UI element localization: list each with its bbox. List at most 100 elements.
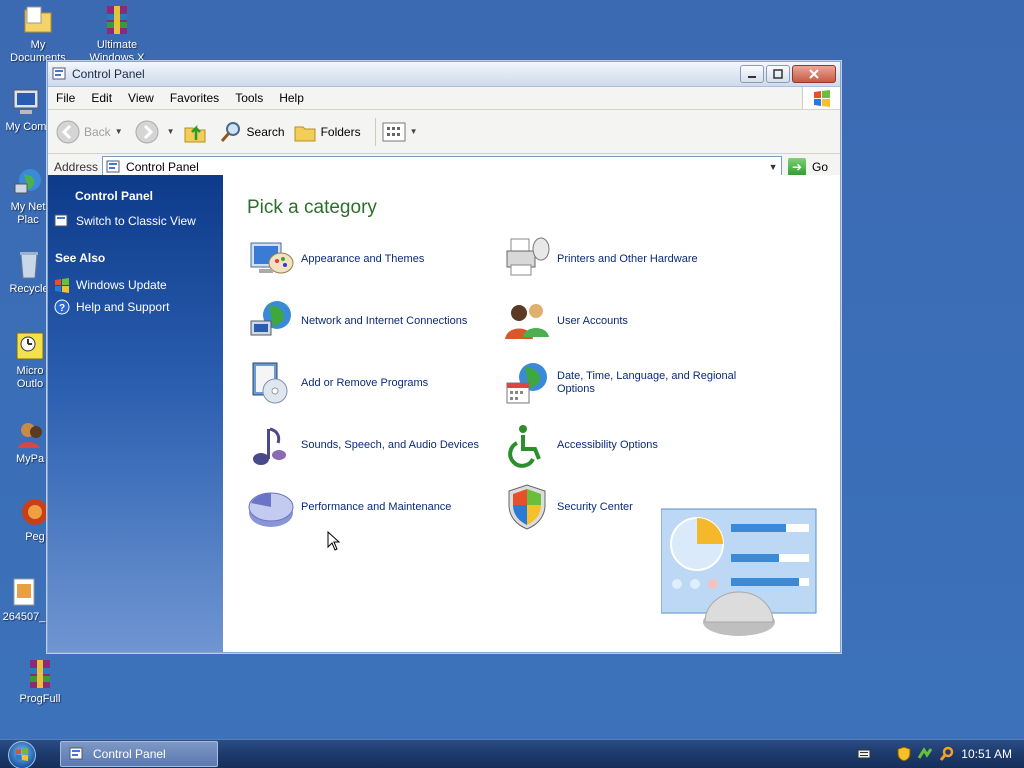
search-button[interactable]: Search	[219, 120, 285, 144]
clock[interactable]: 10:51 AM	[961, 747, 1012, 761]
desktop-icon-my-documents[interactable]: My Documents	[0, 4, 78, 65]
switch-classic-view-link[interactable]: Switch to Classic View	[54, 213, 223, 229]
performance-maintenance-icon	[248, 492, 294, 527]
up-folder-button[interactable]	[183, 120, 211, 144]
category-printers-hardware[interactable]: Printers and Other Hardware	[503, 235, 763, 283]
address-field[interactable]: Control Panel ▼	[102, 156, 783, 177]
back-button[interactable]: Back ▼	[56, 120, 123, 144]
category-appearance-themes[interactable]: Appearance and Themes	[247, 235, 503, 283]
taskbar: Control Panel 10:51 AM	[0, 739, 1024, 768]
forward-arrow-icon	[135, 120, 159, 143]
taskbar-button-label: Control Panel	[93, 747, 166, 761]
category-label: Performance and Maintenance	[301, 500, 452, 513]
category-label: Add or Remove Programs	[301, 376, 429, 389]
forward-dropdown-icon[interactable]: ▼	[167, 127, 175, 136]
title-bar[interactable]: Control Panel	[48, 62, 840, 87]
views-grid-icon	[382, 122, 406, 141]
help-support-link[interactable]: ? Help and Support	[54, 299, 223, 315]
keyboard-icon[interactable]	[857, 748, 871, 760]
windows-update-label: Windows Update	[76, 278, 167, 292]
maximize-icon	[773, 69, 783, 79]
menu-edit[interactable]: Edit	[83, 91, 120, 105]
winrar-archive-icon	[30, 660, 50, 688]
help-support-label: Help and Support	[76, 300, 170, 314]
category-label: Printers and Other Hardware	[557, 252, 698, 265]
network-status-icon[interactable]	[917, 746, 933, 762]
category-accessibility[interactable]: Accessibility Options	[503, 421, 763, 469]
search-label: Search	[246, 124, 285, 139]
outlook-clock-icon	[16, 332, 44, 360]
category-label: Security Center	[557, 500, 633, 513]
folders-label: Folders	[320, 124, 361, 139]
address-dropdown-icon[interactable]: ▼	[765, 162, 781, 172]
switch-classic-view-label: Switch to Classic View	[76, 214, 196, 228]
category-performance-maintenance[interactable]: Performance and Maintenance	[247, 483, 503, 531]
category-view: Pick a category Appearance and Themes Pr…	[223, 175, 840, 652]
windows-flag-icon	[813, 90, 830, 107]
task-pane: Control Panel Switch to Classic View See…	[48, 175, 223, 652]
views-button[interactable]: ▼	[382, 122, 418, 142]
maximize-button[interactable]	[766, 65, 790, 83]
category-label: Network and Internet Connections	[301, 314, 468, 327]
control-panel-watermark-graphic	[661, 508, 817, 636]
menu-view[interactable]: View	[120, 91, 162, 105]
category-label: Date, Time, Language, and Regional Optio…	[557, 370, 737, 395]
menu-tools[interactable]: Tools	[227, 91, 271, 105]
category-sounds-audio[interactable]: Sounds, Speech, and Audio Devices	[247, 421, 503, 469]
windows-update-link[interactable]: Windows Update	[54, 277, 223, 293]
windows-logo-icon	[16, 748, 28, 761]
go-arrow-icon: ➔	[788, 157, 807, 176]
image-file-icon	[13, 578, 35, 606]
standard-toolbar: Back ▼ ▼ Search Folders ▼	[48, 110, 840, 154]
network-internet-icon	[250, 301, 291, 336]
go-button[interactable]: ➔ Go	[788, 157, 828, 176]
forward-button[interactable]: ▼	[135, 120, 175, 144]
category-label: Appearance and Themes	[301, 252, 425, 265]
security-shield-icon[interactable]	[897, 746, 911, 762]
menu-file[interactable]: File	[48, 91, 83, 105]
printer-hardware-icon	[506, 237, 550, 276]
category-label: Sounds, Speech, and Audio Devices	[301, 438, 479, 451]
category-add-remove-programs[interactable]: Add or Remove Programs	[247, 359, 503, 407]
people-shortcut-icon	[18, 423, 42, 448]
minimize-button[interactable]	[740, 65, 764, 83]
menu-favorites[interactable]: Favorites	[162, 91, 227, 105]
back-label: Back	[84, 124, 111, 139]
search-tray-icon[interactable]	[939, 746, 955, 762]
control-panel-window: Control Panel File Edit View Favorites T…	[47, 61, 841, 653]
search-icon	[220, 121, 240, 142]
category-user-accounts[interactable]: User Accounts	[503, 297, 763, 345]
control-panel-icon	[106, 160, 120, 172]
date-time-language-icon	[506, 363, 547, 404]
back-dropdown-icon[interactable]: ▼	[115, 127, 123, 136]
close-button[interactable]	[792, 65, 836, 83]
menu-help[interactable]: Help	[271, 91, 312, 105]
taskbar-button-control-panel[interactable]: Control Panel	[60, 741, 218, 767]
category-network-internet[interactable]: Network and Internet Connections	[247, 297, 503, 345]
category-grid: Appearance and Themes Printers and Other…	[247, 235, 840, 531]
recycle-bin-icon	[20, 252, 38, 279]
appearance-themes-icon	[250, 242, 294, 274]
desktop-icon-progfull[interactable]: ProgFull	[0, 658, 80, 706]
category-label: User Accounts	[557, 314, 628, 327]
security-center-icon	[508, 484, 546, 530]
views-dropdown-icon[interactable]: ▼	[410, 127, 418, 136]
desktop-icon-label: ProgFull	[19, 693, 61, 705]
desktop-icon-ultimate-windows[interactable]: Ultimate Windows X	[77, 4, 157, 65]
address-label: Address	[54, 159, 99, 174]
see-also-heading: See Also	[55, 251, 106, 265]
svg-text:?: ?	[59, 303, 65, 314]
page-title: Pick a category	[247, 197, 377, 218]
folders-button[interactable]: Folders	[293, 120, 361, 144]
task-pane-title: Control Panel	[75, 189, 154, 203]
start-button[interactable]	[8, 741, 36, 768]
user-accounts-icon	[505, 304, 549, 339]
window-content: Control Panel Switch to Classic View See…	[48, 175, 840, 652]
category-date-time-language[interactable]: Date, Time, Language, and Regional Optio…	[503, 359, 763, 407]
control-panel-icon	[52, 67, 66, 80]
minimize-icon	[748, 76, 756, 78]
mouse-cursor-icon	[327, 531, 341, 551]
help-icon: ?	[54, 299, 70, 315]
system-tray: 10:51 AM	[851, 740, 1024, 768]
computer-icon	[13, 89, 39, 114]
